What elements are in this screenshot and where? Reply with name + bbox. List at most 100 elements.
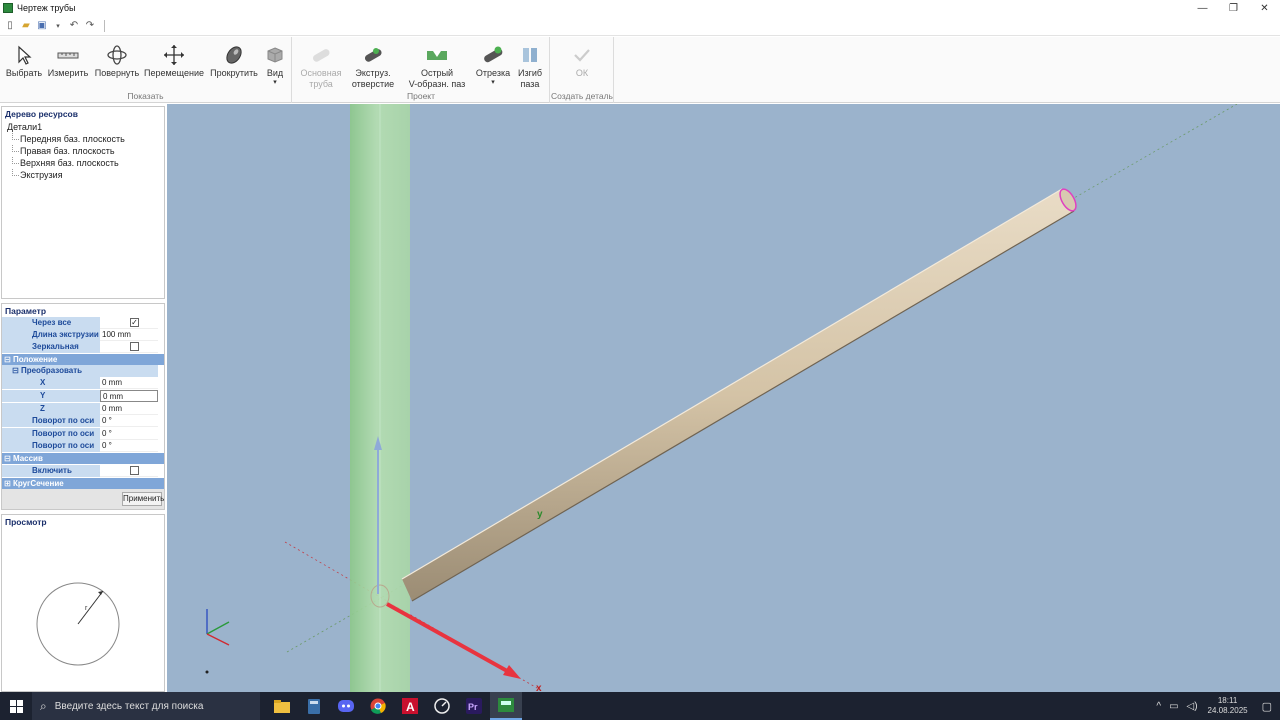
toolbar-divider bbox=[104, 19, 105, 32]
ribbon-group-label: Проект bbox=[407, 91, 435, 101]
y-value-input[interactable]: 0 mm bbox=[100, 390, 158, 402]
rotation-x-value[interactable]: 0 ° bbox=[100, 415, 158, 427]
close-icon[interactable]: ✕ bbox=[1249, 0, 1280, 16]
preview-title: Просмотр bbox=[5, 517, 47, 527]
discord-icon[interactable] bbox=[330, 692, 362, 720]
enable-row: Включить bbox=[2, 465, 158, 477]
chevron-down-icon: ▾ bbox=[273, 79, 277, 86]
triad-x-axis bbox=[206, 633, 230, 646]
pipe-drawing-app-icon[interactable] bbox=[490, 692, 522, 720]
tree-item[interactable]: Передняя баз. плоскость bbox=[2, 133, 164, 145]
cube-icon bbox=[266, 43, 284, 67]
svg-text:A: A bbox=[406, 700, 415, 714]
windows-start-icon[interactable] bbox=[0, 692, 32, 720]
chevron-down-icon: ▾ bbox=[491, 79, 495, 86]
premiere-icon[interactable]: Pr bbox=[458, 692, 490, 720]
mirror-cut-checkbox[interactable] bbox=[130, 342, 139, 351]
move-button[interactable]: Перемещение bbox=[144, 43, 204, 78]
calculator-icon[interactable] bbox=[298, 692, 330, 720]
cutoff-icon bbox=[481, 43, 505, 67]
svg-text:Pr: Pr bbox=[468, 702, 478, 712]
preview-canvas: r bbox=[36, 582, 120, 666]
tree-item[interactable]: Верхняя баз. плоскость bbox=[2, 157, 164, 169]
branch-pipe-edge bbox=[401, 188, 1063, 580]
x-row: X 0 mm bbox=[2, 377, 158, 389]
origin-dot bbox=[205, 670, 209, 674]
ok-button[interactable]: ОК bbox=[567, 43, 597, 78]
through-all-checkbox[interactable]: ✓ bbox=[130, 318, 139, 327]
rotate-button[interactable]: Повернуть bbox=[95, 43, 139, 78]
chevron-down-icon[interactable]: ▾ bbox=[52, 22, 64, 30]
gizmo-x-arrow-icon[interactable] bbox=[503, 665, 521, 679]
tree-item[interactable]: Правая баз. плоскость bbox=[2, 145, 164, 157]
enable-checkbox[interactable] bbox=[130, 466, 139, 475]
apply-button[interactable]: Применить bbox=[122, 492, 164, 506]
ruler-icon bbox=[57, 43, 79, 67]
rotation-y-value[interactable]: 0 ° bbox=[100, 428, 158, 440]
taskbar-search-input[interactable]: ⌕ Введите здесь текст для поиска bbox=[32, 692, 260, 720]
redo-icon[interactable]: ↷ bbox=[84, 20, 96, 31]
preview-panel: Просмотр r bbox=[1, 514, 165, 692]
undo-icon[interactable]: ↶ bbox=[68, 20, 80, 31]
network-icon[interactable]: ▭ bbox=[1169, 701, 1178, 712]
v-slot-button[interactable]: Острый V-образн. паз bbox=[405, 43, 469, 89]
z-row: Z 0 mm bbox=[2, 403, 158, 415]
volume-icon[interactable]: ◁) bbox=[1187, 701, 1198, 712]
array-category[interactable]: ⊟ Массив bbox=[2, 453, 164, 464]
y-axis-label: y bbox=[537, 509, 543, 520]
ribbon-group-label: Показать bbox=[127, 91, 164, 101]
branch-pipe[interactable] bbox=[402, 189, 1074, 601]
resource-tree-title: Дерево ресурсов bbox=[5, 109, 78, 119]
extrude-hole-icon bbox=[361, 43, 385, 67]
radius-line bbox=[77, 590, 104, 625]
chevron-up-icon[interactable]: ^ bbox=[1156, 701, 1161, 712]
main-pipe-button[interactable]: Основная труба bbox=[297, 43, 345, 89]
scroll-button[interactable]: Прокрутить bbox=[210, 43, 258, 78]
quick-access-toolbar: ▯ ▰ ▣ ▾ ↶ ↷ bbox=[0, 16, 1280, 36]
ribbon-group-show: Выбрать Измерить Повернуть Перемещение П… bbox=[0, 37, 292, 103]
bend-slot-icon bbox=[520, 43, 540, 67]
save-icon[interactable]: ▣ bbox=[36, 20, 48, 31]
transform-subcategory[interactable]: ⊟ Преобразовать bbox=[2, 365, 158, 377]
minimize-icon[interactable]: — bbox=[1187, 0, 1218, 16]
ribbon-group-project: Основная труба Экструз. отверстие Острый… bbox=[293, 37, 550, 103]
file-explorer-icon[interactable] bbox=[266, 692, 298, 720]
app-icon bbox=[3, 3, 13, 13]
z-value[interactable]: 0 mm bbox=[100, 403, 158, 415]
notification-icon[interactable]: ▢ bbox=[1262, 700, 1272, 713]
system-monitor-icon[interactable] bbox=[426, 692, 458, 720]
mirror-cut-row: Зеркальная резка bbox=[2, 341, 158, 363]
bend-slot-button[interactable]: Изгиб паза bbox=[515, 43, 545, 89]
tray-icons: ^ ▭ ◁) bbox=[1156, 701, 1197, 712]
checkmark-icon bbox=[573, 43, 591, 67]
v-slot-icon bbox=[425, 43, 449, 67]
new-file-icon[interactable]: ▯ bbox=[4, 20, 16, 31]
taskbar: ⌕ Введите здесь текст для поиска A Pr ^ … bbox=[0, 692, 1280, 720]
measure-button[interactable]: Измерить bbox=[48, 43, 88, 78]
select-button[interactable]: Выбрать bbox=[6, 43, 42, 78]
viewport-canvas[interactable]: x y bbox=[167, 104, 1280, 692]
rotation-z-value[interactable]: 0 ° bbox=[100, 440, 158, 452]
tree-item[interactable]: Экструзия bbox=[2, 169, 164, 181]
circle-section-category[interactable]: ⊞ КругСечение bbox=[2, 478, 164, 489]
window-controls: — ❐ ✕ bbox=[1187, 0, 1280, 16]
cutoff-button[interactable]: Отрезка ▾ bbox=[473, 43, 513, 86]
tree-root[interactable]: Детали1 bbox=[2, 121, 164, 133]
move-arrows-icon bbox=[163, 43, 185, 67]
restore-icon[interactable]: ❐ bbox=[1218, 0, 1249, 16]
open-folder-icon[interactable]: ▰ bbox=[20, 20, 32, 31]
extrude-length-value[interactable]: 100 mm bbox=[100, 329, 158, 341]
rotation-y-row: Поворот по оси Y 0 ° bbox=[2, 428, 158, 450]
3d-viewport[interactable]: x y bbox=[167, 104, 1280, 692]
position-category[interactable]: ⊟ Положение bbox=[2, 354, 164, 365]
view-button[interactable]: Вид ▾ bbox=[262, 43, 288, 86]
rotation-x-row: Поворот по оси X 0 ° bbox=[2, 415, 158, 437]
autocad-icon[interactable]: A bbox=[394, 692, 426, 720]
x-axis-label: x bbox=[536, 683, 542, 692]
chrome-icon[interactable] bbox=[362, 692, 394, 720]
x-value[interactable]: 0 mm bbox=[100, 377, 158, 389]
extrude-hole-button[interactable]: Экструз. отверстие bbox=[347, 43, 399, 89]
window-title: Чертеж трубы bbox=[17, 3, 76, 13]
radius-arrow-icon bbox=[98, 591, 103, 595]
clock[interactable]: 18:11 24.08.2025 bbox=[1208, 696, 1248, 716]
